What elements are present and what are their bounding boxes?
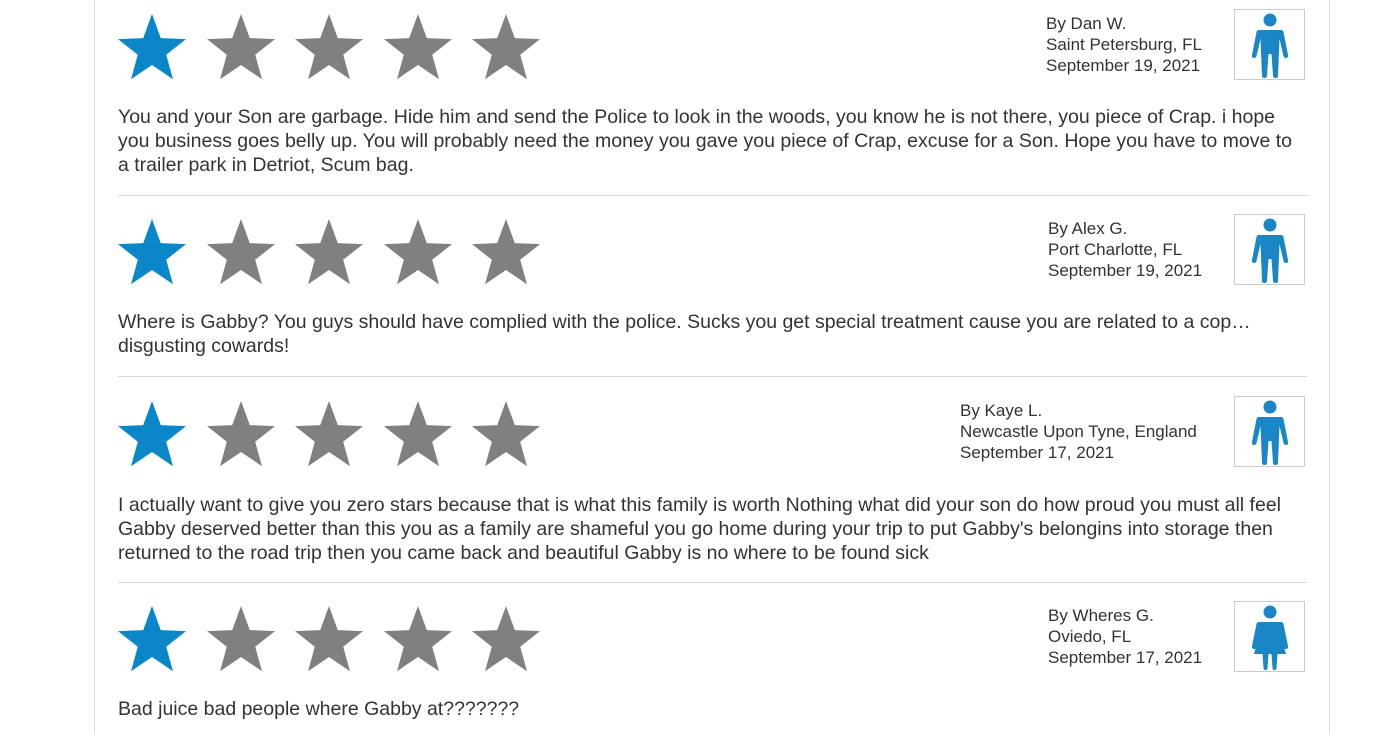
- divider: [118, 582, 1307, 583]
- star-empty-icon[interactable]: [206, 401, 275, 467]
- review-text: I actually want to give you zero stars b…: [118, 494, 1282, 564]
- star-rating: [118, 14, 561, 80]
- reviewer-info: By Alex G. Port Charlotte, FL September …: [1048, 218, 1202, 281]
- star-empty-icon[interactable]: [472, 14, 540, 80]
- male-user-icon: [1251, 218, 1288, 283]
- review-date: September 19, 2021: [1048, 261, 1203, 280]
- divider: [118, 376, 1307, 377]
- star-empty-icon[interactable]: [472, 219, 540, 285]
- star-empty-icon[interactable]: [383, 606, 452, 672]
- divider: [118, 195, 1307, 196]
- review-text: Bad juice bad people where Gabby at?????…: [118, 698, 520, 720]
- reviewer-location: Oviedo, FL: [1048, 627, 1132, 646]
- star-empty-icon[interactable]: [472, 606, 540, 672]
- star-empty-icon[interactable]: [383, 401, 452, 467]
- star-empty-icon[interactable]: [206, 14, 275, 80]
- star-filled-icon[interactable]: [118, 14, 186, 80]
- star-empty-icon[interactable]: [383, 14, 452, 80]
- star-filled-icon[interactable]: [118, 401, 186, 467]
- reviewer-location: Saint Petersburg, FL: [1046, 35, 1202, 54]
- review-text: Where is Gabby? You guys should have com…: [118, 311, 1251, 357]
- reviewer-info: By Kaye L. Newcastle Upon Tyne, England …: [960, 400, 1197, 463]
- star-empty-icon[interactable]: [295, 14, 363, 80]
- star-empty-icon[interactable]: [295, 401, 363, 467]
- avatar: [1234, 214, 1305, 285]
- star-empty-icon[interactable]: [383, 219, 452, 285]
- review-text: You and your Son are garbage. Hide him a…: [118, 106, 1292, 176]
- star-rating: [118, 606, 561, 672]
- review-date: September 19, 2021: [1046, 56, 1201, 75]
- avatar: [1234, 396, 1305, 467]
- star-filled-icon[interactable]: [118, 219, 186, 285]
- male-user-icon: [1251, 400, 1288, 465]
- reviewer-name: By Alex G.: [1048, 219, 1128, 238]
- reviewer-location: Newcastle Upon Tyne, England: [960, 422, 1197, 441]
- reviewer-location: Port Charlotte, FL: [1048, 240, 1183, 259]
- star-rating: [118, 401, 561, 467]
- male-user-icon: [1251, 13, 1288, 78]
- reviewer-info: By Wheres G. Oviedo, FL September 17, 20…: [1048, 605, 1202, 668]
- star-empty-icon[interactable]: [206, 219, 275, 285]
- reviewer-name: By Dan W.: [1046, 14, 1127, 33]
- avatar: [1234, 601, 1305, 672]
- reviewer-name: By Kaye L.: [960, 401, 1043, 420]
- star-filled-icon[interactable]: [118, 606, 186, 672]
- reviewer-info: By Dan W. Saint Petersburg, FL September…: [1046, 13, 1202, 76]
- star-empty-icon[interactable]: [295, 219, 363, 285]
- female-user-icon: [1251, 605, 1288, 670]
- star-empty-icon[interactable]: [206, 606, 275, 672]
- star-empty-icon[interactable]: [295, 606, 363, 672]
- star-rating: [118, 219, 561, 285]
- review-date: September 17, 2021: [1048, 648, 1203, 667]
- reviewer-name: By Wheres G.: [1048, 606, 1154, 625]
- review-date: September 17, 2021: [960, 443, 1115, 462]
- avatar: [1234, 9, 1305, 80]
- star-empty-icon[interactable]: [472, 401, 540, 467]
